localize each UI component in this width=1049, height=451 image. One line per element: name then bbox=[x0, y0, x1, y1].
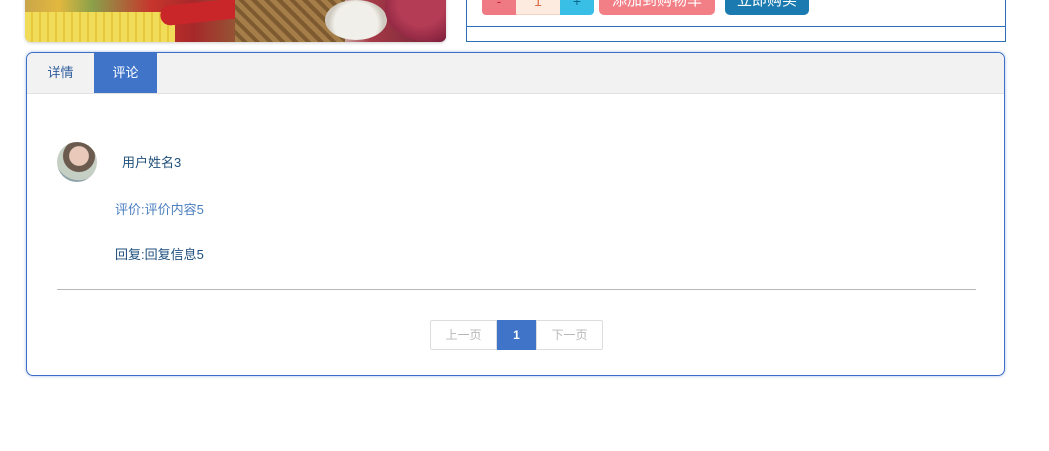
quantity-increase-button[interactable]: + bbox=[560, 0, 594, 15]
product-tabs-panel: 详情 评论 用户姓名3 评价:评价内容5 回复:回复信息5 上一页 1 下一页 bbox=[26, 52, 1005, 376]
garlic-graphic bbox=[325, 0, 387, 40]
quantity-decrease-button[interactable]: - bbox=[482, 0, 516, 15]
tab-bar: 详情 评论 bbox=[27, 53, 1004, 94]
review-reply: 回复:回复信息5 bbox=[115, 247, 204, 262]
product-page: - 1 + 添加到购物车 立即购买 详情 评论 用户姓名3 评价:评价内容5 回… bbox=[0, 0, 1049, 451]
prev-page-button[interactable]: 上一页 bbox=[430, 320, 497, 350]
purchase-box: - 1 + 添加到购物车 立即购买 bbox=[466, 0, 1006, 42]
product-image bbox=[25, 0, 446, 42]
review-username: 用户姓名3 bbox=[122, 155, 182, 170]
add-to-cart-button[interactable]: 添加到购物车 bbox=[599, 0, 715, 15]
next-page-button[interactable]: 下一页 bbox=[536, 320, 603, 350]
tab-details[interactable]: 详情 bbox=[27, 53, 94, 93]
purchase-box-divider bbox=[467, 26, 1005, 27]
tab-reviews[interactable]: 评论 bbox=[94, 53, 157, 93]
current-page-button[interactable]: 1 bbox=[497, 320, 536, 350]
quantity-input[interactable]: 1 bbox=[516, 0, 560, 15]
corn-graphic bbox=[25, 12, 175, 42]
onion-graphic bbox=[385, 0, 446, 42]
avatar bbox=[57, 142, 97, 182]
pagination: 上一页 1 下一页 bbox=[430, 320, 603, 350]
buy-now-button[interactable]: 立即购买 bbox=[725, 0, 809, 15]
review-content: 评价:评价内容5 bbox=[115, 202, 204, 217]
review-divider bbox=[57, 289, 976, 290]
